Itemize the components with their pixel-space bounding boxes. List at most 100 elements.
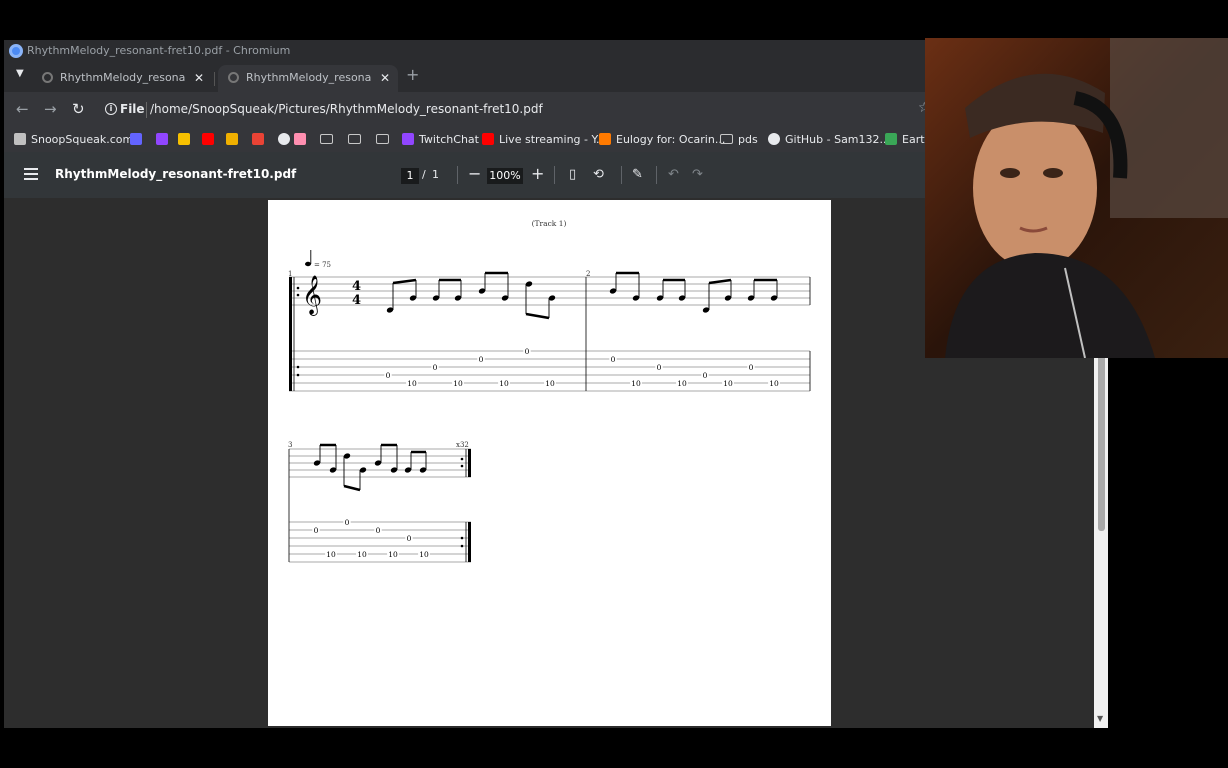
repeat-end-thick-bar [468,449,471,477]
measure-number: 3 [288,441,292,449]
beam [392,278,417,285]
tab-number: 0 [611,355,616,364]
repeat-start-thick-bar [289,277,292,391]
pdf-title: RhythmMelody_resonant-fret10.pdf [55,167,297,181]
scroll-down-arrow-icon[interactable]: ▼ [1097,714,1103,723]
tab-1[interactable]: RhythmMelody_resonant-fr ✕ [32,65,212,92]
tab-number: 0 [376,526,381,535]
heart-icon [294,133,306,145]
repeat-count: x32 [456,441,469,449]
tab-number: 0 [386,371,391,380]
time-signature-bottom: 4 [352,293,361,308]
bookmark-folder[interactable] [348,132,366,148]
page-total: 1 [432,168,439,181]
address-bar[interactable]: /home/SnoopSqueak/Pictures/RhythmMelody_… [150,102,543,116]
tab-search-icon[interactable]: ▼ [16,68,24,79]
treble-clef-icon: 𝄞 [302,275,322,316]
youtube-icon [482,133,494,145]
gmail-icon [252,133,264,145]
bookmark-twitch[interactable] [156,132,173,148]
folder-icon [720,134,733,144]
g-icon [226,133,238,145]
bookmark-abc[interactable] [178,132,195,148]
twitch-icon [402,133,414,145]
twitch-icon [156,133,168,145]
tab-number: 0 [703,371,708,380]
repeat-dot [460,544,464,548]
repeat-dot [296,373,300,377]
tab-number: 10 [769,379,779,388]
bookmark-globe[interactable] [278,132,295,148]
bookmark-gmail[interactable] [252,132,269,148]
info-icon[interactable]: i [105,103,117,115]
back-arrow-icon[interactable]: ← [16,100,29,118]
globe-icon [278,133,290,145]
folder-icon [376,134,389,144]
repeat-dot [460,536,464,540]
tab-number: 10 [407,379,417,388]
tempo-marking: = 75 [314,261,331,269]
tab-2-active[interactable]: RhythmMelody_resonant-fr ✕ [218,65,398,92]
close-tab-icon[interactable]: ✕ [194,65,204,91]
globe-icon [228,72,239,83]
folder-icon [348,134,361,144]
site-icon [14,133,26,145]
tab-number: 0 [657,363,662,372]
sheet-music: (Track 1) 𝄞 44 1 2 = 75 0 10 0 10 0 10 0 10 0 10 0 10 0 10 0… [288,219,811,563]
zoom-input[interactable]: 100% [487,168,523,184]
repeat-dot [460,464,464,468]
url-separator [146,102,147,118]
tab-label: RhythmMelody_resonant-fr [246,71,372,84]
chromium-icon [9,44,23,58]
tab-number: 10 [631,379,641,388]
folder-icon [320,134,333,144]
repeat-dot [296,293,300,297]
bookmark-g[interactable] [226,132,243,148]
tab-separator [214,72,215,86]
bookmark-label: pds [738,133,758,146]
mastodon-icon [130,133,142,145]
tv-icon [885,133,897,145]
new-tab-button[interactable]: + [406,65,419,84]
zoom-in-button[interactable]: + [531,164,544,183]
bookmark-pds[interactable]: pds [720,132,758,148]
bookmark-youtube[interactable] [202,132,219,148]
divider [621,166,622,184]
tab-number: 10 [723,379,733,388]
abc-icon [178,133,190,145]
rotate-icon[interactable]: ⟲ [593,167,604,182]
bookmark-mastodon[interactable] [130,132,147,148]
bookmark-label: GitHub - Sam132... [785,133,891,146]
time-signature-top: 4 [352,279,361,294]
page-number-input[interactable]: 1 [401,168,419,184]
bookmark-live-streaming-y[interactable]: Live streaming - Y... [482,132,606,148]
bookmark-folder[interactable] [376,132,394,148]
bookmark-snoopsqueak-com[interactable]: SnoopSqueak.com [14,132,133,148]
annotate-pen-icon[interactable]: ✎ [632,167,643,182]
undo-icon[interactable]: ↶ [668,167,679,182]
measure-number: 2 [586,270,590,278]
window-title: RhythmMelody_resonant-fret10.pdf - Chrom… [27,44,291,57]
menu-icon[interactable] [24,168,38,180]
close-tab-icon[interactable]: ✕ [380,65,390,91]
bookmark-github-sam132[interactable]: GitHub - Sam132... [768,132,890,148]
forward-arrow-icon[interactable]: → [44,100,57,118]
tab-number: 10 [326,550,336,559]
tab-number: 10 [453,379,463,388]
beam [525,312,550,320]
reload-icon[interactable]: ↻ [72,100,85,118]
tab-label: RhythmMelody_resonant-fr [60,71,186,84]
bookmark-heart[interactable] [294,132,311,148]
divider [656,166,657,184]
youtube-icon [202,133,214,145]
redo-icon[interactable]: ↷ [692,167,703,182]
bookmark-twitchchat[interactable]: TwitchChat [402,132,479,148]
tempo-note-icon [305,261,311,267]
repeat-dot [460,457,464,461]
tab-number: 0 [314,526,319,535]
url-scheme[interactable]: File [120,102,145,116]
bookmark-eulogy-for-ocarin[interactable]: Eulogy for: Ocarin... [599,132,725,148]
zoom-out-button[interactable]: − [468,164,481,183]
fit-page-icon[interactable]: ▯ [569,167,576,182]
bookmark-folder[interactable] [320,132,338,148]
